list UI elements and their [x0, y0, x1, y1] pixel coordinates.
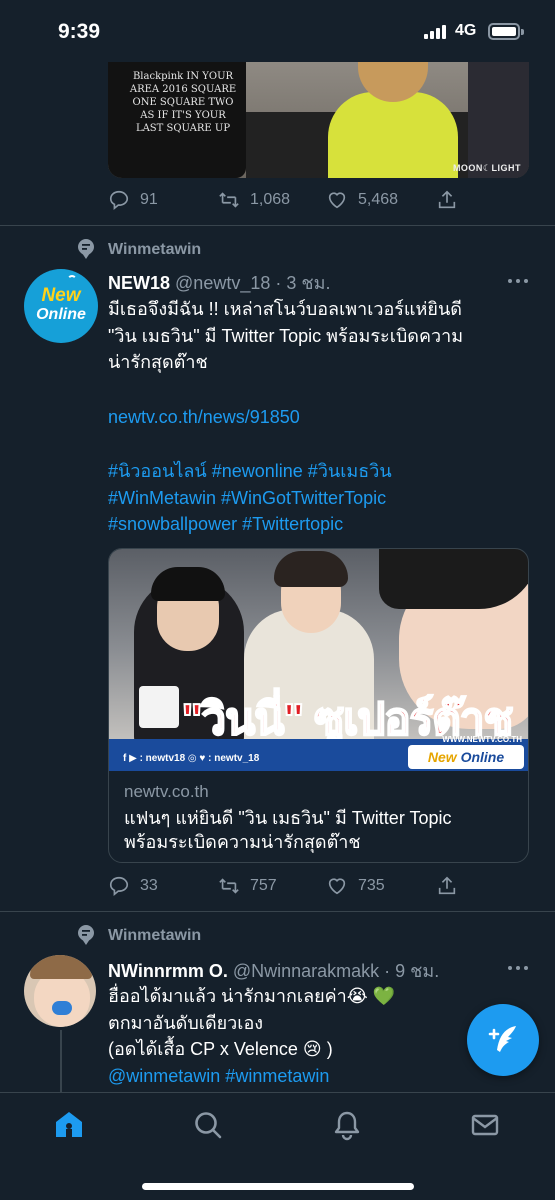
home-icon	[56, 1112, 82, 1137]
bell-icon	[334, 1111, 360, 1141]
tweet3-text-line: ตกมาอันดับเดียวเอง	[108, 1012, 264, 1033]
tweet2-text-line: "วิน เมธวิน" มี Twitter Topic พร้อมระเบิ…	[108, 325, 464, 346]
card-brand-online: Online	[460, 749, 505, 765]
retweet-count: 1,068	[250, 191, 291, 208]
topic-icon	[78, 239, 94, 259]
card-image-url: WWW.NEWTV.CO.TH	[442, 735, 522, 744]
avatar-line1: New	[41, 285, 81, 306]
tweet2-header: NEW18 @newtv_18 · 3 ชม.	[108, 268, 330, 297]
tweet3-text: ฮื่ออได้มาแล้ว น่ารักมากเลยค่า😭 💚 ตกมาอั…	[108, 983, 528, 1063]
feather-plus-icon	[488, 1026, 516, 1052]
card-title: แฟนๆ แห่ยินดี "วิน เมธวิน" มี Twitter To…	[124, 806, 520, 854]
like-button[interactable]: 5,468	[326, 189, 398, 211]
tweet3-author-name[interactable]: NWinnrmm O.	[108, 961, 228, 981]
more-icon[interactable]	[508, 966, 528, 972]
card-title-line: พร้อมระเบิดความน่ารักสุดต๊าช	[124, 832, 361, 852]
tweet2-actions: 33 757 735	[108, 875, 468, 899]
signal-icon	[424, 25, 450, 39]
tab-home[interactable]	[53, 1109, 85, 1141]
card-title-line: แฟนๆ แห่ยินดี "วิน เมธวิน" มี Twitter To…	[124, 808, 452, 828]
tweet3-mentions[interactable]: @winmetawin #winmetawin	[108, 1063, 528, 1091]
reply-icon	[109, 876, 129, 896]
link-card-image: "วินนี่" ซูเปอร์ต๊าช f ▶ : newtv18 ◎ ♥ :…	[109, 549, 528, 771]
tweet3-text-line: (อดได้เสื้อ CP x Velence 😢 )	[108, 1039, 333, 1059]
tweet2-context[interactable]: Winmetawin	[108, 241, 201, 259]
tweet2-text-line: มีเธอจึงมีฉัน !! เหล่าสโนว์บอลเพาเวอร์แห…	[108, 299, 462, 319]
reply-button[interactable]: 91	[108, 189, 158, 211]
card-domain: newtv.co.th	[124, 782, 209, 801]
tweet2-handle-time[interactable]: @newtv_18 · 3 ชม.	[175, 273, 330, 293]
tweet1-media-shirt-text: Blackpink IN YOUR AREA 2016 SQUARE ONE S…	[129, 71, 237, 134]
tab-notifications[interactable]	[331, 1109, 363, 1141]
retweet-count: 757	[250, 877, 277, 894]
share-button[interactable]	[436, 875, 458, 897]
hashtag-line[interactable]: #WinMetawin #WinGotTwitterTopic	[108, 485, 528, 512]
tweet3-handle-time[interactable]: @Nwinnarakmakk · 9 ชม.	[233, 961, 439, 981]
retweet-button[interactable]: 1,068	[218, 189, 290, 211]
share-icon	[438, 190, 456, 209]
battery-icon	[488, 23, 524, 40]
tweet1-media-watermark: MOON☾LIGHT	[452, 163, 521, 173]
compose-tweet-button[interactable]	[467, 1004, 539, 1076]
card-image-brand: New Online	[408, 745, 524, 769]
heart-icon	[328, 878, 346, 895]
retweet-icon	[219, 878, 239, 894]
search-icon	[195, 1112, 222, 1139]
tweet1-actions: 91 1,068 5,468	[108, 189, 468, 213]
home-indicator	[142, 1183, 414, 1190]
topic-icon	[78, 925, 94, 945]
tweet2-author-name[interactable]: NEW18	[108, 273, 170, 293]
card-image-social: f ▶ : newtv18 ◎ ♥ : newtv_18	[123, 753, 260, 764]
more-icon[interactable]	[508, 279, 528, 285]
card-brand-new: New	[427, 749, 457, 765]
tweet3-context[interactable]: Winmetawin	[108, 927, 201, 945]
like-button[interactable]: 735	[326, 875, 385, 897]
like-count: 5,468	[358, 191, 399, 208]
avatar-line2: Online	[36, 306, 86, 323]
avatar[interactable]	[24, 955, 96, 1027]
tweet2-link[interactable]: newtv.co.th/news/91850	[108, 404, 528, 431]
heart-icon	[328, 192, 346, 209]
tweet2-hashtags: #นิวออนไลน์ #newonline #วินเมธวิน #WinMe…	[108, 458, 528, 538]
hashtag-line[interactable]: #snowballpower #Twittertopic	[108, 511, 528, 538]
mail-icon	[471, 1114, 499, 1136]
tweet1-media[interactable]: Blackpink IN YOUR AREA 2016 SQUARE ONE S…	[108, 62, 529, 178]
tweet2-text-line: น่ารักสุดต๊าช	[108, 352, 208, 372]
retweet-icon	[219, 192, 239, 208]
tweet3-text-line: ฮื่ออได้มาแล้ว น่ารักมากเลยค่า😭 💚	[108, 986, 396, 1006]
reply-button[interactable]: 33	[108, 875, 158, 897]
reply-count: 33	[140, 877, 158, 894]
tweet3-header: NWinnrmm O. @Nwinnarakmakk · 9 ชม.	[108, 956, 439, 985]
status-bar: 9:39 4G	[0, 0, 555, 62]
reply-icon	[109, 190, 129, 210]
share-button[interactable]	[436, 189, 458, 211]
network-label: 4G	[455, 22, 477, 39]
tab-search[interactable]	[192, 1109, 224, 1141]
retweet-button[interactable]: 757	[218, 875, 277, 897]
tweet-divider	[0, 911, 555, 912]
tab-messages[interactable]	[469, 1109, 501, 1141]
tweet-divider	[0, 225, 555, 226]
hashtag-line[interactable]: #นิวออนไลน์ #newonline #วินเมธวิน	[108, 458, 528, 485]
share-icon	[438, 876, 456, 895]
tweet2-text: มีเธอจึงมีฉัน !! เหล่าสโนว์บอลเพาเวอร์แห…	[108, 296, 528, 376]
like-count: 735	[358, 877, 385, 894]
link-card[interactable]: "วินนี่" ซูเปอร์ต๊าช f ▶ : newtv18 ◎ ♥ :…	[108, 548, 529, 863]
reply-count: 91	[140, 191, 158, 208]
avatar[interactable]: New Online	[24, 269, 98, 343]
thread-line	[60, 1030, 62, 1092]
status-time: 9:39	[58, 20, 101, 43]
